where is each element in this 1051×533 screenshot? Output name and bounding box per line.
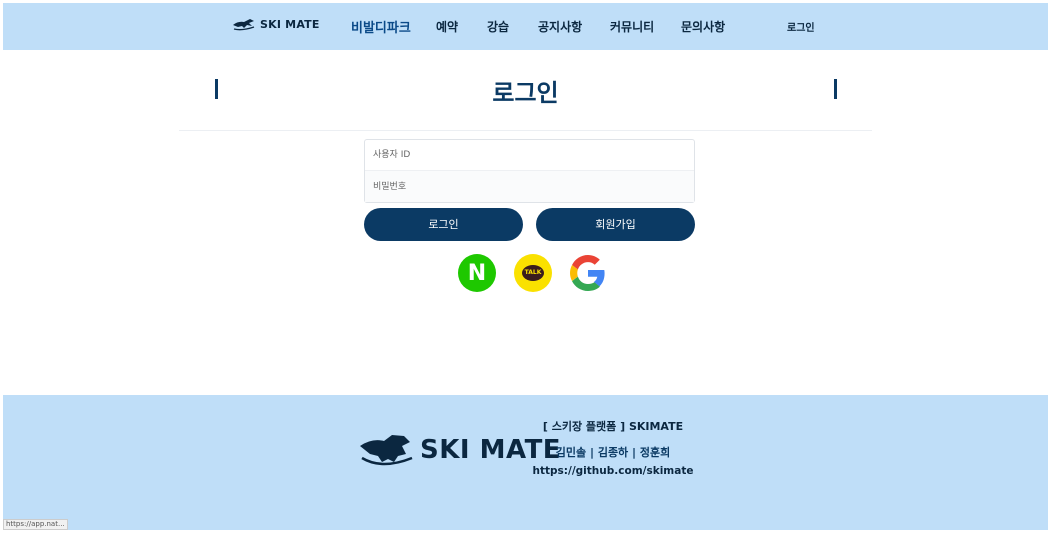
nav-login-link[interactable]: 로그인 (787, 19, 815, 34)
nav-reservation[interactable]: 예약 (436, 18, 458, 35)
google-icon (570, 255, 605, 291)
title-right-bar (834, 79, 837, 99)
kakao-login-button[interactable]: TALK (514, 254, 552, 292)
header-logo[interactable]: SKI MATE (232, 17, 320, 31)
nav-lesson[interactable]: 강습 (487, 18, 509, 35)
logo-text: SKI MATE (260, 17, 320, 31)
login-form (364, 139, 695, 203)
divider (179, 130, 872, 131)
nav-inquiry[interactable]: 문의사항 (681, 18, 725, 35)
login-button[interactable]: 로그인 (364, 208, 523, 241)
google-login-button[interactable] (569, 254, 607, 292)
nav-community[interactable]: 커뮤니티 (610, 18, 654, 35)
naver-login-button[interactable]: N (458, 254, 496, 292)
snowboarder-logo-icon (360, 435, 413, 466)
top-navbar: SKI MATE 비발디파크 예약 강습 공지사항 커뮤니티 문의사항 로그인 (3, 3, 1048, 50)
status-bar-url: https://app.nat... (3, 519, 68, 530)
footer-members: 김민솔 | 김종하 | 정훈희 (555, 446, 671, 459)
page-title: 로그인 (492, 79, 559, 107)
nav-vivaldi-park[interactable]: 비발디파크 (351, 17, 411, 36)
title-row: 로그인 (3, 73, 1048, 107)
skier-logo-icon (233, 19, 255, 31)
signup-button[interactable]: 회원가입 (536, 208, 695, 241)
footer-platform-label: [ 스키장 플랫폼 ] SKIMATE (542, 420, 684, 433)
page: SKI MATE 비발디파크 예약 강습 공지사항 커뮤니티 문의사항 로그인 … (3, 3, 1048, 530)
kakao-talk-icon: TALK (522, 265, 544, 281)
footer-github-link[interactable]: https://github.com/skimate (513, 465, 713, 477)
nav-notice[interactable]: 공지사항 (538, 18, 582, 35)
footer: SKI MATE [ 스키장 플랫폼 ] SKIMATE 김민솔 | 김종하 |… (3, 395, 1048, 530)
user-id-input[interactable] (365, 140, 694, 171)
password-input[interactable] (365, 171, 694, 202)
naver-icon: N (467, 260, 487, 286)
